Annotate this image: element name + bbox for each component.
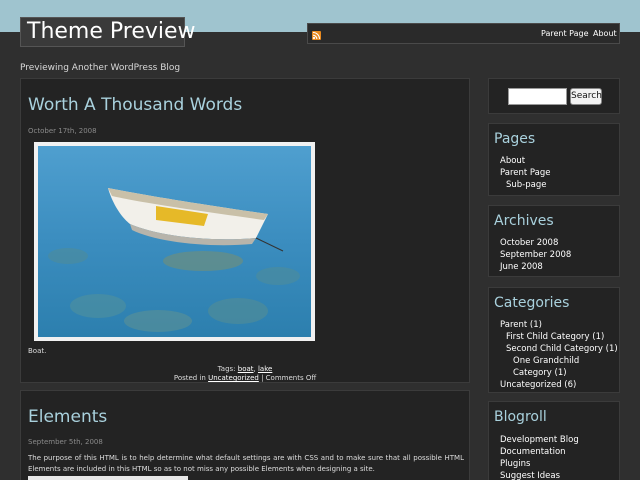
categories-widget: Categories Parent (1) First Child Catego… [488, 287, 620, 393]
pages-list: About Parent Page Sub-page [500, 155, 551, 191]
widget-title-archives: Archives [494, 213, 554, 229]
widget-title-blogroll: Blogroll [494, 409, 547, 425]
tag-link-lake[interactable]: lake [258, 365, 272, 373]
rss-icon[interactable] [312, 31, 321, 40]
nav-link-about[interactable]: About [593, 29, 617, 38]
site-tagline: Previewing Another WordPress Blog [20, 63, 181, 73]
post-title[interactable]: Elements [28, 407, 107, 427]
post-excerpt: The purpose of this HTML is to help dete… [28, 454, 464, 473]
nav-link-parent-page[interactable]: Parent Page [541, 29, 589, 38]
archive-link-september-2008[interactable]: September 2008 [500, 249, 571, 261]
category-link-parent[interactable]: Parent (1) [500, 319, 618, 331]
posted-in-label: Posted in [173, 374, 206, 382]
post-meta: Posted in Uncategorized | Comments Off [21, 374, 469, 382]
blogroll-link-plugins[interactable]: Plugins [500, 458, 579, 470]
blogroll-widget: Blogroll Development Blog Documentation … [488, 401, 620, 480]
archive-link-june-2008[interactable]: June 2008 [500, 261, 571, 273]
category-link-uncategorized[interactable]: Uncategorized [208, 374, 259, 382]
widget-title-categories: Categories [494, 295, 570, 311]
blogroll-list: Development Blog Documentation Plugins S… [500, 434, 579, 480]
archives-list: October 2008 September 2008 June 2008 [500, 237, 571, 273]
blogroll-link-documentation[interactable]: Documentation [500, 446, 579, 458]
category-link-second-child[interactable]: Second Child Category (1) [500, 343, 618, 355]
post-title[interactable]: Worth A Thousand Words [28, 95, 242, 115]
post-date: September 5th, 2008 [28, 438, 103, 446]
post-tags: Tags: boat, lake [217, 365, 273, 373]
heading-preview [28, 476, 188, 480]
page-link-about[interactable]: About [500, 155, 551, 167]
blogroll-link-suggest-ideas[interactable]: Suggest Ideas [500, 470, 579, 480]
page-link-parent-page[interactable]: Parent Page [500, 167, 551, 179]
widget-title-pages: Pages [494, 131, 536, 147]
image-caption: Boat. [28, 347, 47, 355]
search-input[interactable] [508, 88, 567, 105]
tag-link-boat[interactable]: boat [238, 365, 254, 373]
nav-bar: Parent Page About [307, 23, 620, 44]
site-title[interactable]: Theme Preview [20, 17, 196, 47]
comments-status: | Comments Off [261, 374, 317, 382]
page-link-sub-page[interactable]: Sub-page [500, 179, 551, 191]
category-link-grandchild[interactable]: One Grandchild Category (1) [500, 355, 586, 379]
boat-image [38, 146, 311, 337]
categories-list: Parent (1) First Child Category (1) Seco… [500, 319, 618, 391]
blogroll-link-development-blog[interactable]: Development Blog [500, 434, 579, 446]
post-date: October 17th, 2008 [28, 127, 97, 135]
tags-label: Tags: [217, 365, 236, 373]
category-link-uncategorized[interactable]: Uncategorized (6) [500, 379, 618, 391]
search-widget: Search [488, 78, 620, 114]
archives-widget: Archives October 2008 September 2008 Jun… [488, 205, 620, 277]
pages-widget: Pages About Parent Page Sub-page [488, 123, 620, 196]
post-elements: Elements September 5th, 2008 The purpose… [20, 390, 470, 480]
archive-link-october-2008[interactable]: October 2008 [500, 237, 571, 249]
post-image-boat[interactable] [34, 142, 315, 341]
search-button[interactable]: Search [570, 88, 602, 105]
category-link-first-child[interactable]: First Child Category (1) [500, 331, 618, 343]
post-worth-a-thousand-words: Worth A Thousand Words October 17th, 200… [20, 78, 470, 383]
